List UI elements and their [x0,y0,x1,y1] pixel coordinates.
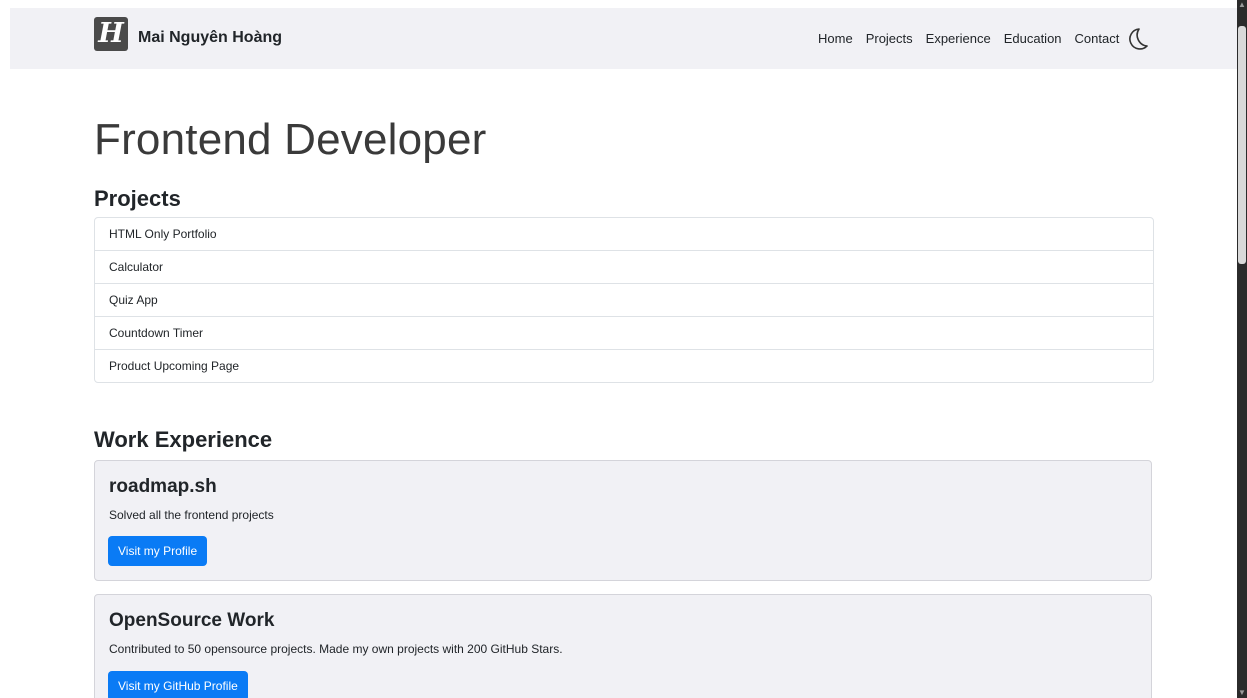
hero-title: Frontend Developer [94,115,487,164]
list-item-project[interactable]: Countdown Timer [95,316,1153,349]
brand-name[interactable]: Mai Nguyên Hoàng [138,28,282,48]
nav-link-education[interactable]: Education [1004,31,1062,47]
nav-link-home[interactable]: Home [818,31,853,47]
list-item-project[interactable]: Product Upcoming Page [95,349,1153,382]
visit-github-button[interactable]: Visit my GitHub Profile [108,671,248,698]
nav-links: Home Projects Experience Education Conta… [818,31,1132,47]
list-item-project[interactable]: HTML Only Portfolio [95,218,1153,250]
logo-letter: H [98,18,124,49]
vertical-scrollbar[interactable]: ▲ ▼ [1237,0,1247,698]
moon-icon[interactable] [1126,27,1148,51]
scroll-up-arrow-icon[interactable]: ▲ [1237,0,1247,10]
list-item-project[interactable]: Quiz App [95,283,1153,316]
card-text: Solved all the frontend projects [109,508,274,522]
card-title: roadmap.sh [109,476,217,497]
nav-link-experience[interactable]: Experience [926,31,991,47]
nav-link-contact[interactable]: Contact [1075,31,1120,47]
portfolio-page: H Mai Nguyên Hoàng Home Projects Experie… [0,0,1237,698]
experience-card-roadmap: roadmap.sh Solved all the frontend proje… [94,460,1152,581]
card-text: Contributed to 50 opensource projects. M… [109,642,563,656]
work-experience-heading: Work Experience [94,427,273,452]
projects-list: HTML Only Portfolio Calculator Quiz App … [94,217,1154,383]
navbar: H Mai Nguyên Hoàng Home Projects Experie… [10,8,1237,69]
nav-link-projects[interactable]: Projects [866,31,913,47]
scrollbar-thumb[interactable] [1238,26,1246,264]
list-item-project[interactable]: Calculator [95,250,1153,283]
visit-profile-button[interactable]: Visit my Profile [108,536,208,566]
experience-card-opensource: OpenSource Work Contributed to 50 openso… [94,594,1152,698]
projects-heading: Projects [94,186,181,211]
card-title: OpenSource Work [109,610,275,631]
brand-logo[interactable]: H [94,17,128,51]
scroll-down-arrow-icon[interactable]: ▼ [1237,688,1247,698]
